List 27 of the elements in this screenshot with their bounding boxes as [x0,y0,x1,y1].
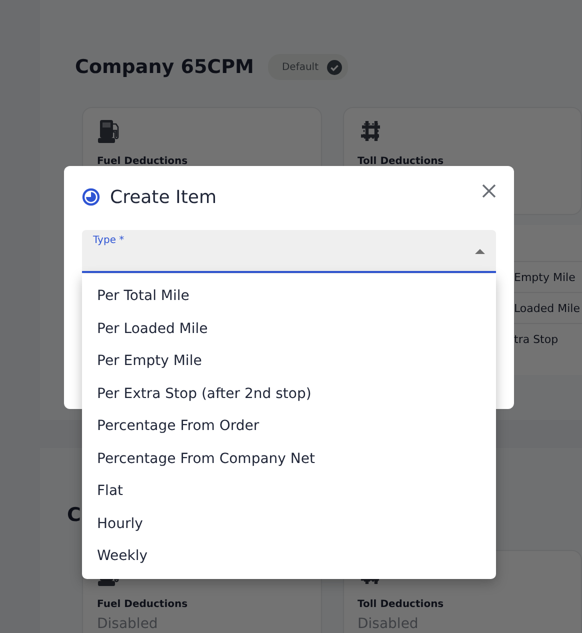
fuel-pump-icon [97,118,121,144]
section-title: C [67,503,81,528]
circle-logo-icon [82,188,100,206]
menu-option[interactable]: Per Extra Stop (after 2nd stop) [82,378,496,410]
dialog-title: Create Item [110,186,218,208]
field-label: Type * [93,235,124,246]
caret-up-icon [475,249,485,254]
card-title: Toll Deductions [358,156,445,167]
menu-option[interactable]: Flat [82,475,496,508]
close-icon[interactable] [482,184,496,198]
menu-option[interactable]: Per Total Mile [82,280,496,312]
card-title: Toll Deductions [358,599,445,610]
default-badge: Default [268,54,348,80]
rate-label: Loaded Mile [514,302,580,314]
card-title: Fuel Deductions [97,156,189,167]
menu-option[interactable]: Per Empty Mile [82,345,496,378]
rate-label: tra Stop [514,332,558,346]
menu-option[interactable]: Percentage From Order [82,410,496,442]
menu-option[interactable]: Hourly [82,508,496,540]
section-title: Company 65CPM [75,55,254,80]
rate-label: Empty Mile [514,270,576,284]
check-circle-icon [326,60,342,74]
menu-option[interactable]: Per Loaded Mile [82,312,496,345]
type-select[interactable]: Type * [82,230,496,273]
menu-option[interactable]: Percentage From Company Net [82,442,496,475]
card-title: Fuel Deductions [97,599,189,610]
menu-option[interactable]: Weekly [82,540,496,572]
